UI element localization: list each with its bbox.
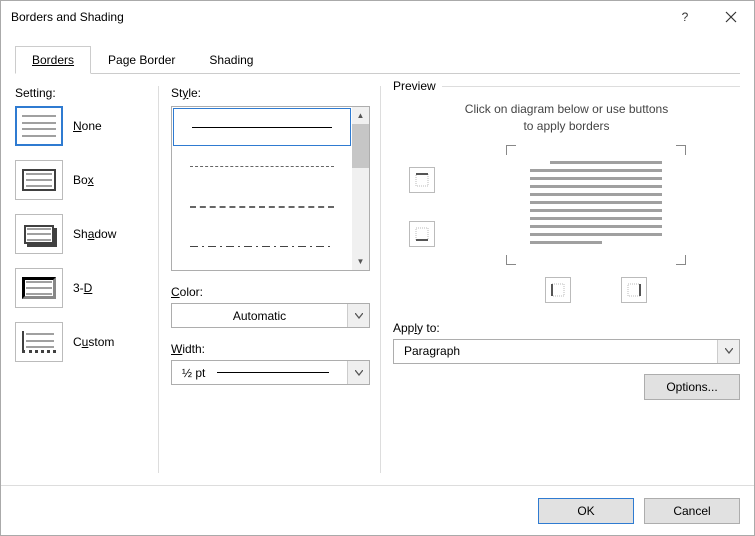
- width-sample-line: [217, 372, 329, 373]
- width-label: Width:: [171, 342, 370, 356]
- chevron-down-icon: [347, 361, 369, 384]
- cancel-button[interactable]: Cancel: [644, 498, 740, 524]
- tab-shading[interactable]: Shading: [192, 46, 270, 74]
- chevron-down-icon: [347, 304, 369, 327]
- settings-label: Setting:: [15, 86, 148, 100]
- style-item-dash-med[interactable]: [172, 187, 352, 227]
- style-item-dash-small[interactable]: [172, 147, 352, 187]
- scroll-up-icon[interactable]: ▲: [352, 107, 369, 124]
- setting-box[interactable]: Box: [15, 160, 148, 200]
- setting-box-label: Box: [73, 173, 94, 187]
- scroll-down-icon[interactable]: ▼: [352, 253, 369, 270]
- border-top-button[interactable]: [409, 167, 435, 193]
- border-bottom-button[interactable]: [409, 221, 435, 247]
- border-left-button[interactable]: [545, 277, 571, 303]
- setting-none[interactable]: None: [15, 106, 148, 146]
- titlebar: Borders and Shading ?: [1, 1, 754, 33]
- dialog-footer: OK Cancel: [1, 485, 754, 535]
- dialog-borders-shading: Borders and Shading ? Borders Page Borde…: [0, 0, 755, 536]
- preview-legend: Preview: [393, 79, 442, 93]
- chevron-down-icon: [717, 340, 739, 363]
- setting-none-swatch: [15, 106, 63, 146]
- scroll-thumb[interactable]: [352, 124, 369, 168]
- setting-3d[interactable]: 3-D: [15, 268, 148, 308]
- setting-shadow[interactable]: Shadow: [15, 214, 148, 254]
- color-combo[interactable]: Automatic: [171, 303, 370, 328]
- color-label: Color:: [171, 285, 370, 299]
- close-button[interactable]: [708, 1, 754, 33]
- preview-paragraph: [530, 161, 662, 244]
- apply-to-label: Apply to:: [393, 321, 740, 335]
- options-button[interactable]: Options...: [644, 374, 740, 400]
- apply-to-combo[interactable]: Paragraph: [393, 339, 740, 364]
- apply-to-value: Paragraph: [394, 344, 717, 358]
- setting-custom[interactable]: Custom: [15, 322, 148, 362]
- width-value: ½ pt: [182, 366, 205, 380]
- tab-bar: Borders Page Border Shading: [15, 45, 740, 74]
- style-item-solid[interactable]: [173, 108, 351, 146]
- style-label: Style:: [171, 86, 370, 100]
- tab-borders[interactable]: Borders: [15, 46, 91, 74]
- setting-3d-swatch: [15, 268, 63, 308]
- border-right-button[interactable]: [621, 277, 647, 303]
- setting-box-swatch: [15, 160, 63, 200]
- setting-3d-label: 3-D: [73, 281, 92, 295]
- preview-diagram[interactable]: [506, 145, 686, 265]
- color-value: Automatic: [172, 309, 347, 323]
- tab-page-border[interactable]: Page Border: [91, 46, 192, 74]
- style-scrollbar[interactable]: ▲ ▼: [352, 107, 369, 270]
- setting-shadow-label: Shadow: [73, 227, 116, 241]
- style-item-dashdot[interactable]: [172, 227, 352, 267]
- setting-shadow-swatch: [15, 214, 63, 254]
- width-combo[interactable]: ½ pt: [171, 360, 370, 385]
- ok-button[interactable]: OK: [538, 498, 634, 524]
- help-button[interactable]: ?: [662, 1, 708, 33]
- setting-custom-label: Custom: [73, 335, 114, 349]
- setting-none-label: None: [73, 119, 102, 133]
- setting-custom-swatch: [15, 322, 63, 362]
- window-title: Borders and Shading: [11, 10, 662, 24]
- preview-hint: Click on diagram below or use buttonsto …: [433, 101, 700, 135]
- style-listbox[interactable]: ▲ ▼: [171, 106, 370, 271]
